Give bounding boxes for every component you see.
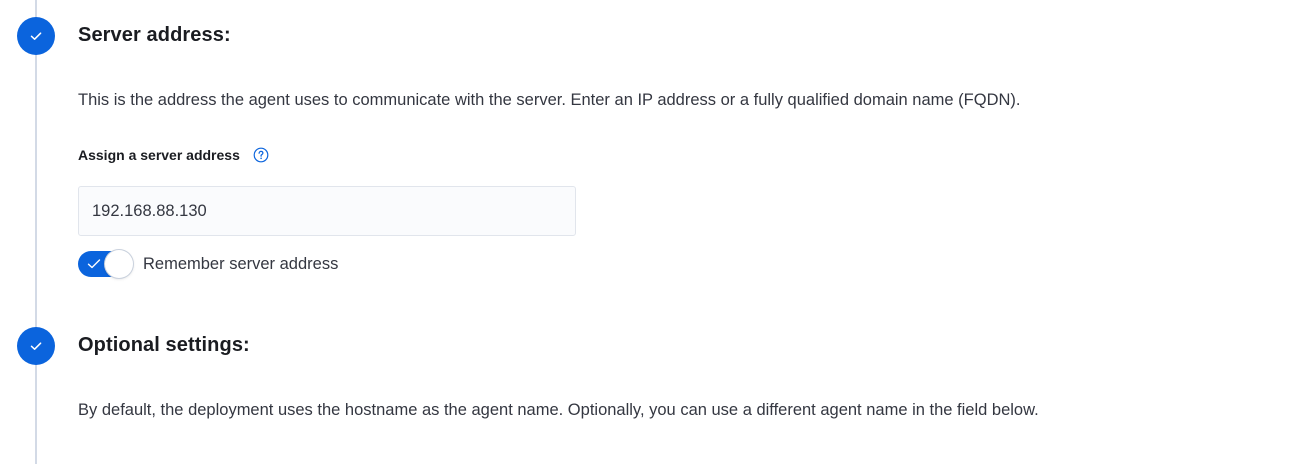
server-address-label-row: Assign a server address [78,147,269,163]
remember-server-address-toggle[interactable] [78,250,133,278]
check-icon [30,32,42,40]
remember-server-toggle-row: Remember server address [78,250,338,278]
step-title-server-address: Server address: [78,24,231,46]
check-icon [87,259,101,269]
step-title-optional-settings: Optional settings: [78,334,250,356]
toggle-knob [105,250,133,278]
remember-server-address-label[interactable]: Remember server address [143,255,338,274]
server-address-label: Assign a server address [78,147,240,163]
check-icon [30,342,42,350]
deploy-agent-steps: Server address: This is the address the … [0,0,1302,464]
step-complete-badge [17,17,55,55]
step-description-server-address: This is the address the agent uses to co… [78,91,1021,109]
steps-timeline-rail [35,0,37,464]
question-circle-icon[interactable] [253,147,269,163]
step-complete-badge [17,327,55,365]
server-address-input[interactable] [78,186,576,236]
step-description-optional-settings: By default, the deployment uses the host… [78,401,1039,419]
